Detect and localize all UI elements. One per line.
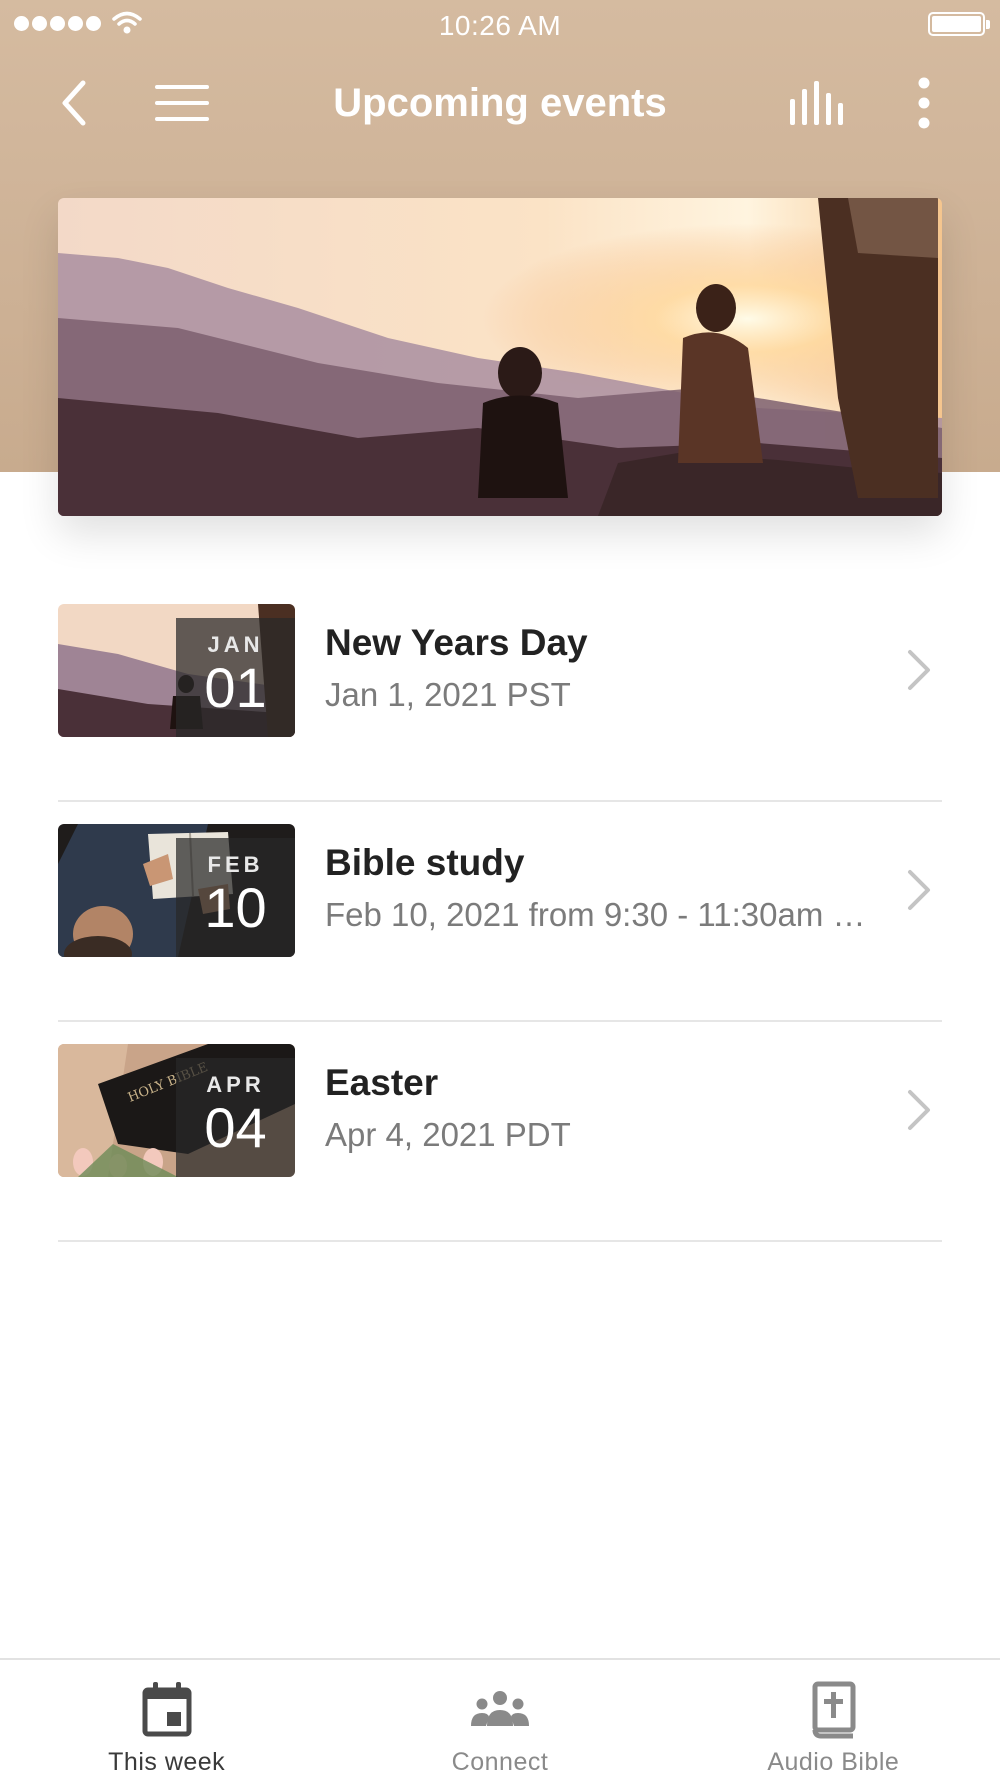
status-time: 10:26 AM [438,10,562,41]
hamburger-menu-icon [155,85,209,121]
bottom-tab-bar: This week Connect Audio Bible [0,1658,1000,1778]
page-title: Upcoming events [333,81,667,125]
event-title: Easter [325,1062,439,1103]
event-thumbnail: FEB 10 [58,824,295,957]
date-month: FEB [207,852,264,877]
more-vertical-icon [918,77,930,129]
event-title: Bible study [325,842,525,883]
hero-image [58,198,942,516]
event-thumbnail: JAN 01 [58,604,295,737]
chevron-right-icon [908,650,930,690]
people-group-icon [470,1691,529,1726]
bar-chart-icon [790,81,843,125]
tab-label: This week [108,1748,226,1776]
event-row-bible-study[interactable]: FEB 10 Bible study Feb 10, 2021 from 9:3… [58,802,942,1022]
date-badge: APR 04 [176,1058,295,1177]
chevron-left-icon [62,80,86,126]
stats-button[interactable] [782,60,852,146]
event-title: New Years Day [325,622,588,663]
calendar-icon [142,1682,192,1737]
tab-connect[interactable]: Connect [333,1660,666,1778]
tab-label: Connect [451,1748,549,1776]
event-list: JAN 01 New Years Day Jan 1, 2021 PST FEB [58,582,942,1242]
event-date-text: Feb 10, 2021 from 9:30 - 11:30am PST [325,896,885,933]
chevron-right-icon [908,1090,930,1130]
event-row-easter[interactable]: HOLY BIBLE APR 04 Easter Apr 4, 2021 PDT [58,1022,942,1242]
event-thumbnail: HOLY BIBLE APR 04 [58,1044,295,1177]
date-day: 10 [204,876,267,939]
chevron-right-icon [908,870,930,910]
navigation-bar: Upcoming events [0,60,1000,146]
tab-this-week[interactable]: This week [0,1660,333,1778]
tab-label: Audio Bible [767,1748,900,1776]
tab-audio-bible[interactable]: Audio Bible [667,1660,1000,1778]
date-day: 04 [204,1096,267,1159]
event-row-new-years-day[interactable]: JAN 01 New Years Day Jan 1, 2021 PST [58,582,942,802]
menu-button[interactable] [150,60,214,146]
date-month: APR [206,1072,265,1097]
date-badge: JAN 01 [176,618,295,737]
more-options-button[interactable] [900,60,948,146]
battery-icon [928,12,990,36]
date-badge: FEB 10 [176,838,295,957]
event-date-text: Jan 1, 2021 PST [325,676,571,713]
status-bar: 10:26 AM [0,0,1000,50]
date-day: 01 [204,656,267,719]
bible-icon [812,1681,856,1739]
back-button[interactable] [44,60,104,146]
date-month: JAN [207,632,264,657]
event-date-text: Apr 4, 2021 PDT [325,1116,571,1153]
